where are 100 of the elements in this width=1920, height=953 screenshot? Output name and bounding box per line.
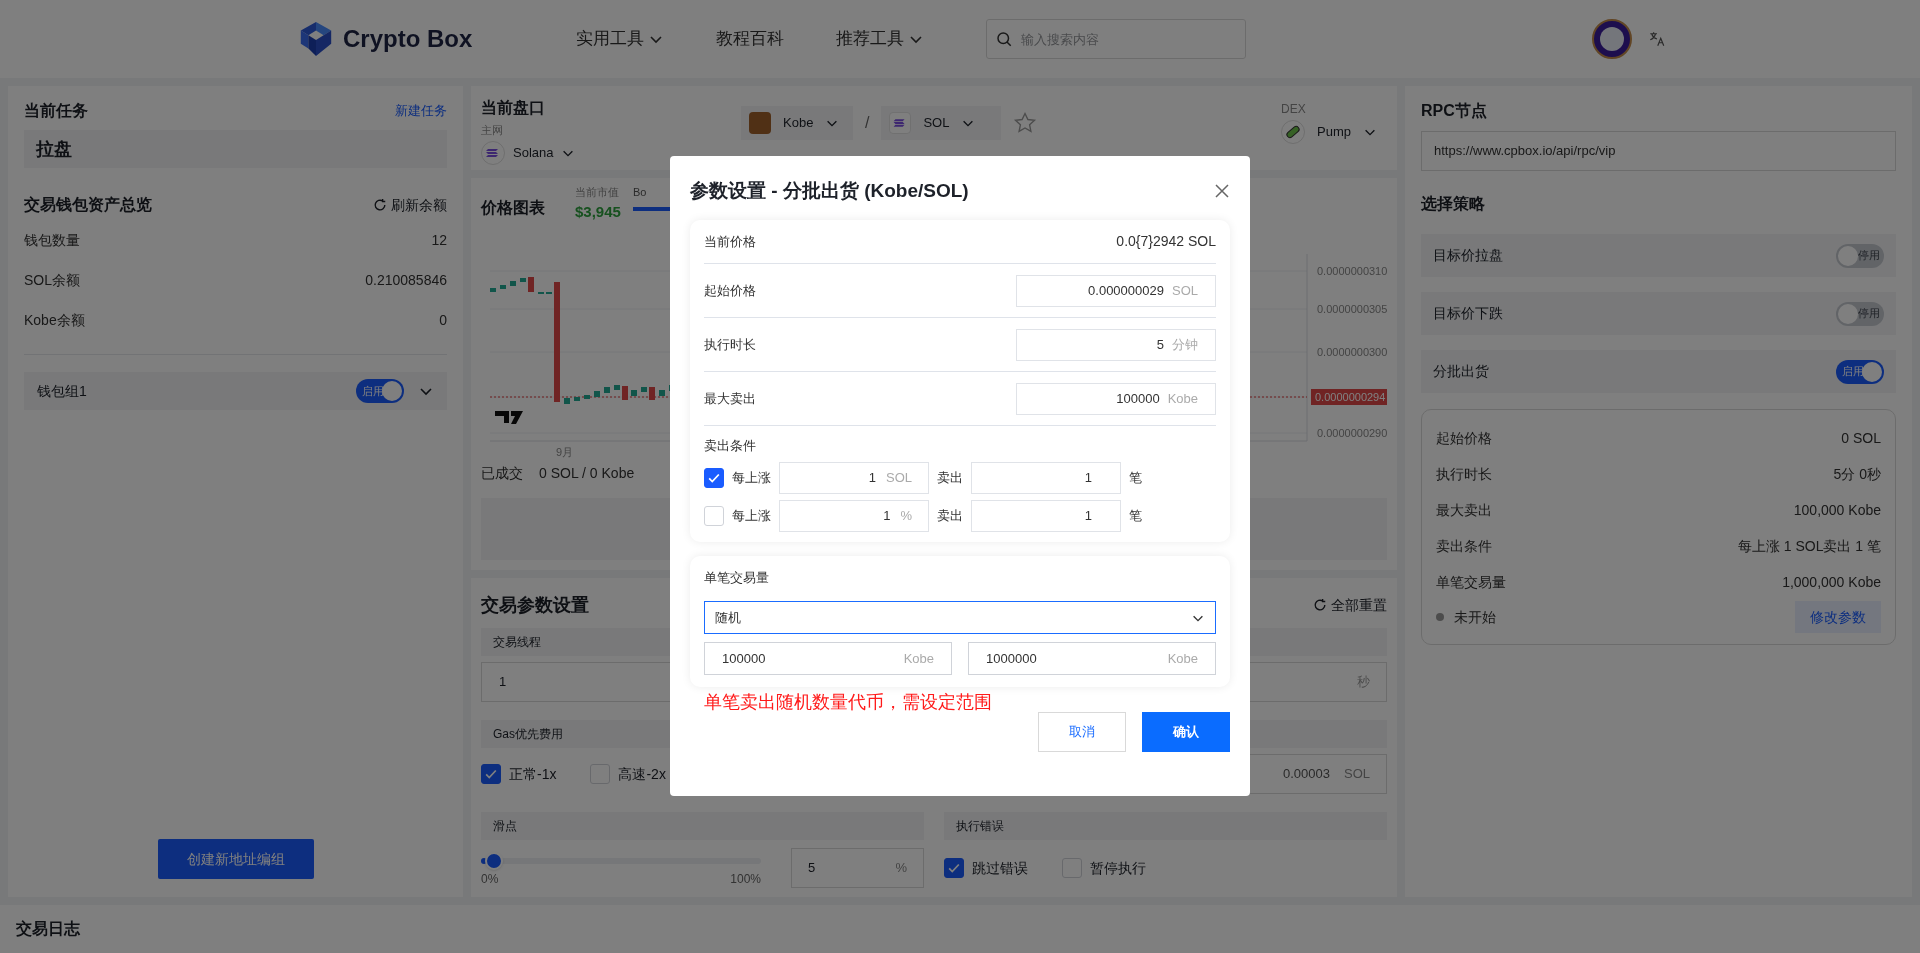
summary-value: 100,000 Kobe — [1793, 500, 1881, 520]
search-icon — [995, 30, 1014, 48]
candle — [500, 285, 506, 289]
new-task-link[interactable]: 新建任务 — [395, 101, 447, 121]
close-icon[interactable] — [1214, 183, 1230, 199]
refresh-icon — [1313, 598, 1327, 612]
checkbox[interactable] — [481, 764, 501, 784]
wallet-group-row[interactable]: 钱包组1 启用 — [24, 372, 447, 410]
nav-link[interactable]: 实用工具 — [576, 26, 665, 52]
checkbox-label: 跳过错误 — [972, 858, 1028, 878]
checkbox[interactable] — [944, 858, 964, 878]
candle — [649, 387, 655, 400]
checkbox[interactable] — [704, 467, 724, 488]
stat-label: 钱包数量 — [24, 230, 80, 250]
section-title: 当前盘口 — [481, 98, 546, 118]
checkmark-icon — [947, 861, 961, 875]
strategy-row[interactable]: 目标价拉盘 停用 — [1421, 234, 1896, 277]
field-label: 最大卖出 — [704, 389, 756, 408]
condition-label: 每上涨 — [732, 468, 771, 487]
stat-label: 已成交 — [481, 464, 523, 483]
input-field[interactable]: 100000 Kobe — [1016, 382, 1216, 415]
summary-value: 每上涨 1 SOL卖出 1 笔 — [1737, 536, 1881, 556]
summary-label: 起始价格 — [1436, 428, 1492, 448]
slider-thumb[interactable] — [484, 852, 503, 870]
candle — [510, 281, 516, 286]
nav-link[interactable]: 教程百科 — [716, 26, 785, 52]
rpc-url-field[interactable]: https://www.cpbox.io/api/rpc/vip — [1421, 131, 1896, 171]
candle — [604, 387, 610, 393]
reset-button[interactable]: 全部重置 — [1313, 594, 1387, 616]
token-selector[interactable]: Kobe — [741, 106, 853, 140]
section-title: 交易钱包资产总览 — [24, 195, 152, 215]
toggle-switch[interactable]: 启用 — [356, 379, 404, 403]
strategy-row[interactable]: 分批出货 启用 — [1421, 350, 1896, 393]
dex-selector[interactable]: Pump — [1281, 120, 1377, 144]
input-field[interactable]: 5 % — [791, 848, 924, 888]
network-logo-icon — [481, 140, 505, 165]
confirm-button[interactable]: 确认 — [1142, 712, 1230, 752]
quote-selector[interactable]: SOL — [881, 106, 1002, 140]
strategy-label: 目标价拉盘 — [1433, 246, 1503, 265]
edit-params-button[interactable]: 修改参数 — [1795, 601, 1881, 633]
strategy-label: 目标价下跌 — [1433, 304, 1503, 323]
axis-label: 0.0000000290 — [1317, 427, 1387, 439]
nav-link[interactable]: 推荐工具 — [836, 26, 925, 52]
candle — [528, 277, 534, 292]
input-field[interactable]: 1000000 Kobe — [968, 642, 1216, 675]
task-card[interactable]: 拉盘 — [24, 130, 447, 168]
field-label: 执行时长 — [704, 335, 756, 354]
strategy-label: 分批出货 — [1433, 362, 1489, 381]
candle — [659, 390, 665, 396]
stat-value: 0 — [439, 310, 447, 330]
token-image — [749, 112, 771, 134]
stat-value: 0.210085846 — [365, 270, 447, 290]
slider-max-label: 100% — [730, 871, 762, 888]
field-label: 起始价格 — [704, 281, 756, 300]
summary-label: 单笔交易量 — [1436, 572, 1506, 592]
checkmark-icon — [484, 767, 498, 781]
slider-min-label: 0% — [481, 871, 499, 888]
input-field[interactable]: 5 分钟 — [1016, 328, 1216, 361]
mode-select[interactable]: 随机 — [704, 601, 1216, 634]
section-title: 选择策略 — [1421, 194, 1486, 214]
stat-value: 0 SOL / 0 Kobe — [539, 464, 635, 483]
field-label: 卖出条件 — [704, 437, 757, 455]
section-title: 交易参数设置 — [481, 593, 589, 617]
refresh-icon — [373, 198, 387, 212]
input-field[interactable]: 1 — [971, 499, 1121, 532]
candle — [641, 387, 647, 392]
checkbox-label: 正常-1x — [509, 764, 557, 784]
field-label: 单笔交易量 — [704, 568, 770, 587]
toggle-switch[interactable]: 启用 — [1836, 359, 1884, 384]
group-name: 钱包组1 — [37, 381, 88, 401]
current-price-value: 0.0{7}2942 SOL — [1116, 232, 1216, 251]
input-field[interactable]: 100000 Kobe — [704, 642, 952, 675]
translate-icon[interactable] — [1648, 30, 1667, 48]
network-logo-icon — [889, 112, 912, 134]
status-label: 未开始 — [1454, 607, 1496, 627]
pair-separator: / — [865, 113, 870, 133]
input-field[interactable]: 0.000000029 SOL — [1016, 274, 1216, 307]
summary-value: 1,000,000 Kobe — [1782, 572, 1881, 592]
toggle-switch[interactable]: 停用 — [1836, 243, 1884, 268]
strategy-row[interactable]: 目标价下跌 停用 — [1421, 292, 1896, 335]
create-group-button[interactable]: 创建新地址编组 — [157, 839, 314, 879]
avatar[interactable] — [1592, 19, 1633, 59]
network-selector[interactable]: Solana — [481, 140, 661, 165]
condition-label: 卖出 — [937, 506, 963, 525]
axis-label: 0.0000000300 — [1317, 346, 1387, 358]
axis-label: 0.0000000310 — [1317, 265, 1387, 277]
candle — [614, 385, 620, 390]
candle — [564, 398, 570, 404]
axis-label: 0.0000000305 — [1317, 303, 1387, 315]
star-icon[interactable] — [1013, 111, 1038, 135]
refresh-button[interactable]: 刷新余额 — [373, 194, 447, 216]
toggle-switch[interactable]: 停用 — [1836, 301, 1884, 326]
legend-bar — [632, 206, 673, 211]
input-field[interactable]: 1 — [971, 461, 1121, 494]
cancel-button[interactable]: 取消 — [1038, 712, 1126, 752]
condition-label: 卖出 — [937, 468, 963, 487]
stat-label: Kobe余额 — [24, 310, 85, 330]
input-field[interactable]: 1 SOL — [779, 461, 929, 494]
input-field[interactable]: 1 % — [779, 499, 929, 532]
field-label: 当前价格 — [704, 232, 756, 251]
